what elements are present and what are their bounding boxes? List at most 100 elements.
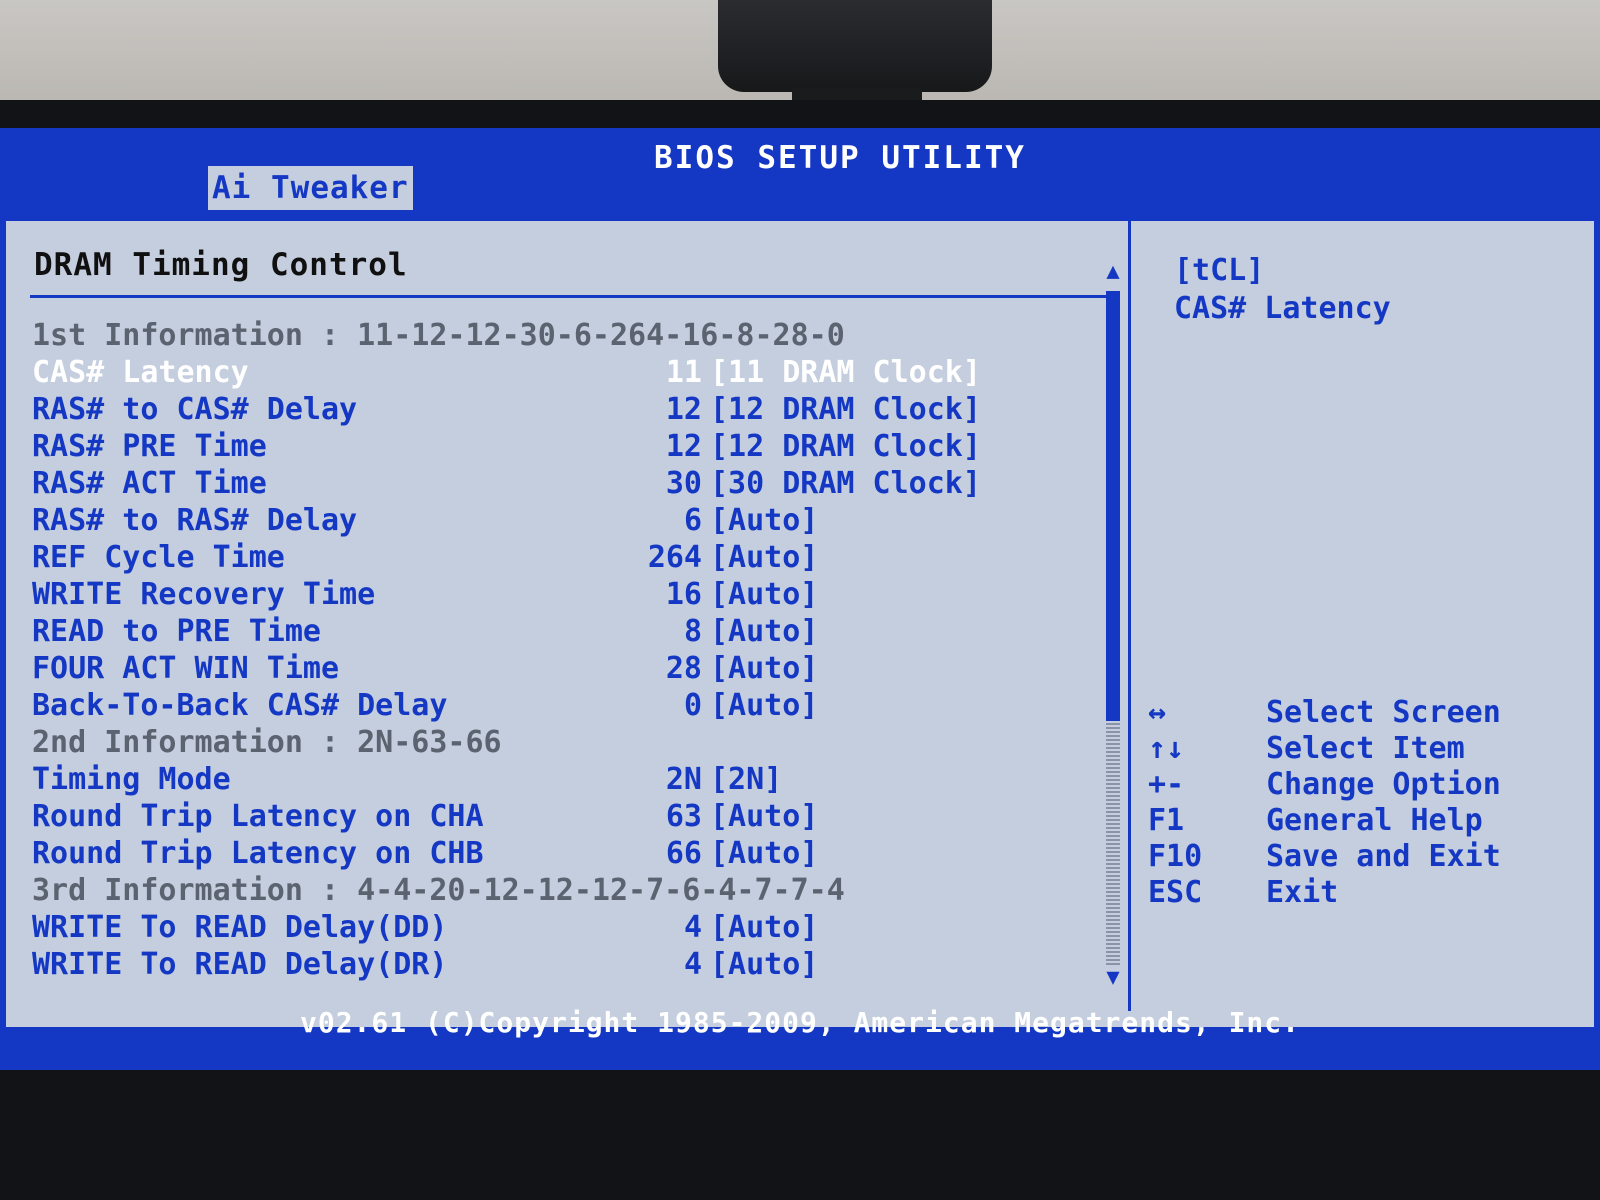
- key-legend: ↔ Select Screen ↑↓ Select Item +- Change…: [1148, 695, 1588, 911]
- setting-label: RAS# PRE Time: [32, 429, 267, 464]
- setting-value[interactable]: [12 DRAM Clock]: [710, 391, 981, 428]
- settings-pane: DRAM Timing Control 1st Information : 11…: [6, 221, 1131, 1011]
- setting-value[interactable]: [Auto]: [710, 687, 818, 724]
- scroll-down-icon[interactable]: ▼: [1102, 967, 1124, 989]
- help-pane: [tCL] CAS# Latency ↔ Select Screen ↑↓ Se…: [1136, 221, 1594, 1011]
- setting-row: 3rd Information : 4-4-20-12-12-12-7-6-4-…: [32, 872, 1092, 909]
- setting-value[interactable]: [Auto]: [710, 502, 818, 539]
- help-tag: [tCL]: [1174, 253, 1265, 288]
- setting-row[interactable]: WRITE Recovery Time 16 [Auto]: [32, 576, 1092, 613]
- key-row: ↑↓ Select Item: [1148, 731, 1588, 767]
- setting-current-value: 12: [665, 392, 702, 427]
- setting-value[interactable]: [Auto]: [710, 576, 818, 613]
- setting-label: WRITE To READ Delay(DR): [32, 947, 448, 982]
- setting-label: 1st Information : 11-12-12-30-6-264-16-8…: [32, 318, 845, 353]
- setting-value[interactable]: [11 DRAM Clock]: [710, 354, 981, 391]
- setting-value[interactable]: [Auto]: [710, 650, 818, 687]
- setting-label: Round Trip Latency on CHA: [32, 799, 484, 834]
- setting-current-value: 30: [665, 466, 702, 501]
- key-label: F1: [1148, 803, 1185, 838]
- settings-list: 1st Information : 11-12-12-30-6-264-16-8…: [32, 317, 1092, 983]
- key-label: F10: [1148, 839, 1203, 874]
- setting-row[interactable]: Round Trip Latency on CHA 63 [Auto]: [32, 798, 1092, 835]
- plus-minus-icon: +-: [1148, 767, 1185, 802]
- setting-current-value: 63: [665, 799, 702, 834]
- main-panel: DRAM Timing Control 1st Information : 11…: [6, 218, 1594, 1027]
- scrollbar[interactable]: ▲ ▼: [1102, 261, 1124, 991]
- setting-value[interactable]: [Auto]: [710, 835, 818, 872]
- setting-row: 1st Information : 11-12-12-30-6-264-16-8…: [32, 317, 1092, 354]
- setting-label: Timing Mode: [32, 762, 231, 797]
- setting-label: READ to PRE Time: [32, 614, 321, 649]
- setting-current-value: 6: [683, 503, 702, 538]
- setting-value[interactable]: [2N]: [710, 761, 782, 798]
- setting-label: 2nd Information : 2N-63-66: [32, 725, 502, 760]
- setting-row[interactable]: FOUR ACT WIN Time 28 [Auto]: [32, 650, 1092, 687]
- setting-current-value: 0: [683, 688, 702, 723]
- setting-value[interactable]: [Auto]: [710, 946, 818, 983]
- key-row: +- Change Option: [1148, 767, 1588, 803]
- setting-row[interactable]: RAS# ACT Time 30 [30 DRAM Clock]: [32, 465, 1092, 502]
- setting-value[interactable]: [Auto]: [710, 539, 818, 576]
- setting-current-value: 8: [683, 614, 702, 649]
- setting-row[interactable]: CAS# Latency 11 [11 DRAM Clock]: [32, 354, 1092, 391]
- setting-row[interactable]: WRITE To READ Delay(DR) 4 [Auto]: [32, 946, 1092, 983]
- setting-label: CAS# Latency: [32, 355, 249, 390]
- copyright-footer: v02.61 (C)Copyright 1985-2009, American …: [299, 1006, 1300, 1039]
- key-action: Change Option: [1266, 767, 1501, 802]
- setting-row[interactable]: Round Trip Latency on CHB 66 [Auto]: [32, 835, 1092, 872]
- setting-label: RAS# to CAS# Delay: [32, 392, 358, 427]
- setting-row[interactable]: REF Cycle Time 264 [Auto]: [32, 539, 1092, 576]
- key-action: General Help: [1266, 803, 1483, 838]
- setting-value[interactable]: [Auto]: [710, 613, 818, 650]
- section-title: DRAM Timing Control: [34, 247, 408, 283]
- setting-value[interactable]: [30 DRAM Clock]: [710, 465, 981, 502]
- arrows-up-down-icon: ↑↓: [1148, 731, 1185, 766]
- setting-label: 3rd Information : 4-4-20-12-12-12-7-6-4-…: [32, 873, 845, 908]
- setting-current-value: 12: [665, 429, 702, 464]
- setting-current-value: 2N: [665, 762, 702, 797]
- setting-current-value: 4: [683, 947, 702, 982]
- key-label: ESC: [1148, 875, 1203, 910]
- setting-label: RAS# to RAS# Delay: [32, 503, 358, 538]
- setting-current-value: 16: [665, 577, 702, 612]
- setting-value[interactable]: [Auto]: [710, 798, 818, 835]
- setting-row[interactable]: READ to PRE Time 8 [Auto]: [32, 613, 1092, 650]
- setting-row[interactable]: RAS# to CAS# Delay 12 [12 DRAM Clock]: [32, 391, 1092, 428]
- arrows-left-right-icon: ↔: [1148, 695, 1167, 730]
- setting-current-value: 264: [647, 540, 702, 575]
- setting-row: 2nd Information : 2N-63-66: [32, 724, 1092, 761]
- scroll-up-icon[interactable]: ▲: [1102, 261, 1124, 283]
- key-action: Select Screen: [1266, 695, 1501, 730]
- webcam: [718, 0, 992, 92]
- setting-value[interactable]: [Auto]: [710, 909, 818, 946]
- setting-label: WRITE To READ Delay(DD): [32, 910, 448, 945]
- setting-label: FOUR ACT WIN Time: [32, 651, 340, 686]
- setting-current-value: 66: [665, 836, 702, 871]
- setting-row[interactable]: Timing Mode 2N [2N]: [32, 761, 1092, 798]
- setting-row[interactable]: RAS# PRE Time 12 [12 DRAM Clock]: [32, 428, 1092, 465]
- setting-label: Back-To-Back CAS# Delay: [32, 688, 448, 723]
- setting-row[interactable]: WRITE To READ Delay(DD) 4 [Auto]: [32, 909, 1092, 946]
- section-divider: [30, 295, 1120, 298]
- bios-screen: BIOS SETUP UTILITY Ai Tweaker DRAM Timin…: [0, 128, 1600, 1070]
- scroll-thumb[interactable]: [1106, 291, 1120, 721]
- setting-label: Round Trip Latency on CHB: [32, 836, 484, 871]
- key-row: ESC Exit: [1148, 875, 1588, 911]
- setting-current-value: 28: [665, 651, 702, 686]
- setting-row[interactable]: RAS# to RAS# Delay 6 [Auto]: [32, 502, 1092, 539]
- key-row: ↔ Select Screen: [1148, 695, 1588, 731]
- setting-value[interactable]: [12 DRAM Clock]: [710, 428, 981, 465]
- tab-ai-tweaker[interactable]: Ai Tweaker: [208, 166, 413, 210]
- setting-current-value: 4: [683, 910, 702, 945]
- setting-row[interactable]: Back-To-Back CAS# Delay 0 [Auto]: [32, 687, 1092, 724]
- setting-current-value: 11: [665, 355, 702, 390]
- key-action: Exit: [1266, 875, 1339, 910]
- key-action: Save and Exit: [1266, 839, 1501, 874]
- key-row: F1 General Help: [1148, 803, 1588, 839]
- key-action: Select Item: [1266, 731, 1465, 766]
- help-description: CAS# Latency: [1174, 291, 1391, 326]
- setting-label: RAS# ACT Time: [32, 466, 267, 501]
- key-row: F10 Save and Exit: [1148, 839, 1588, 875]
- setting-label: WRITE Recovery Time: [32, 577, 376, 612]
